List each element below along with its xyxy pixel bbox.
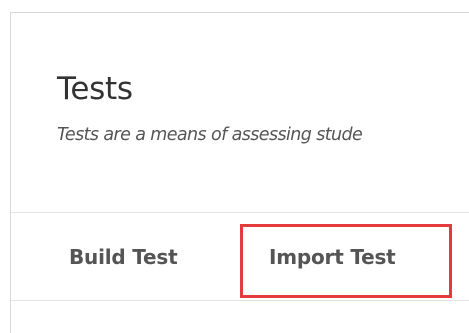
page-title: Tests [57,71,133,107]
action-bar: Build Test Import Test [11,213,469,300]
tests-panel: Tests Tests are a means of assessing stu… [10,12,469,333]
action-bar-divider [11,300,469,301]
page-header: Tests Tests are a means of assessing stu… [11,13,469,212]
page-description: Tests are a means of assessing stude [57,125,363,145]
page: Tests Tests are a means of assessing stu… [0,0,469,333]
build-test-button[interactable]: Build Test [69,213,178,300]
import-test-button[interactable]: Import Test [269,213,396,300]
